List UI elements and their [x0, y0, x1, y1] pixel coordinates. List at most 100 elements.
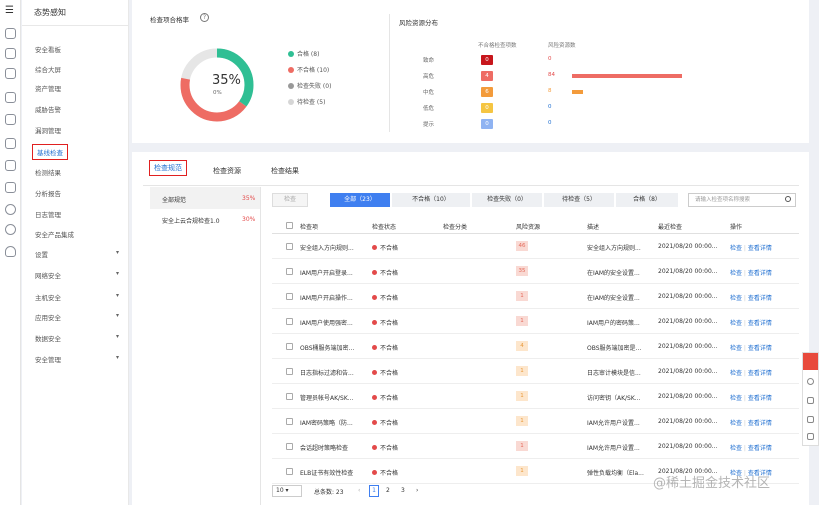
help-icon[interactable]: ? — [200, 13, 209, 22]
row-checkbox[interactable] — [286, 243, 293, 250]
filter-fail[interactable]: 不合格（10） — [392, 193, 470, 207]
sidebar-item[interactable]: 分析报告 — [35, 188, 61, 198]
row-checkbox[interactable] — [286, 443, 293, 450]
description: OBS服务端加密是... — [587, 345, 642, 352]
sidebar-item[interactable]: 基线检查 — [32, 144, 68, 160]
sidebar-item[interactable]: 主机安全 ▾ — [35, 292, 119, 302]
page-3[interactable]: 3 — [401, 487, 405, 494]
check-link[interactable]: 检查 — [730, 345, 742, 352]
sidebar-item[interactable]: 日志管理 — [35, 209, 61, 219]
check-link[interactable]: 检查 — [730, 320, 742, 327]
row-checkbox[interactable] — [286, 318, 293, 325]
row-checkbox[interactable] — [286, 268, 293, 275]
tab-resources[interactable]: 检查资源 — [213, 166, 241, 176]
col-header-status[interactable]: 检查状态 — [372, 222, 396, 231]
cloud-icon[interactable] — [5, 92, 16, 103]
view-details-link[interactable]: 查看详情 — [748, 295, 772, 302]
standard-pct: 30% — [242, 216, 256, 223]
row-checkbox[interactable] — [286, 343, 293, 350]
check-link[interactable]: 检查 — [730, 395, 742, 402]
sidebar-item[interactable]: 安全管理 ▾ — [35, 354, 119, 364]
risk-resource-count: 84 — [548, 72, 555, 78]
sidebar-item[interactable]: 安全看板 — [35, 44, 61, 54]
row-checkbox[interactable] — [286, 368, 293, 375]
col-header-time[interactable]: 最近检查 — [658, 222, 682, 231]
page-2[interactable]: 2 — [386, 487, 390, 494]
view-details-link[interactable]: 查看详情 — [748, 245, 772, 252]
view-details-link[interactable]: 查看详情 — [748, 345, 772, 352]
search-input[interactable]: 请输入检查项名称搜索 — [688, 193, 796, 207]
tab-results[interactable]: 检查结果 — [271, 166, 299, 176]
operations-cell: 检查 | 查看详情 — [730, 368, 772, 377]
view-details-link[interactable]: 查看详情 — [748, 395, 772, 402]
sidebar-item[interactable]: 安全产品集成 — [35, 229, 74, 239]
col-header-item: 检查项 — [300, 224, 319, 231]
risk-level: 致命 — [423, 58, 435, 64]
row-checkbox[interactable] — [286, 293, 293, 300]
prev-page[interactable]: ‹ — [358, 487, 360, 494]
monitor-icon[interactable] — [5, 68, 16, 79]
sidebar-item[interactable]: 应用安全 ▾ — [35, 312, 119, 322]
check-link[interactable]: 检查 — [730, 445, 742, 452]
view-details-link[interactable]: 查看详情 — [748, 270, 772, 277]
check-link[interactable]: 检查 — [730, 295, 742, 302]
filter-error[interactable]: 检查失败（0） — [472, 193, 542, 207]
sidebar-item[interactable]: 综合大屏 — [35, 64, 61, 74]
shield-icon[interactable] — [5, 246, 16, 257]
doc-icon[interactable] — [5, 138, 16, 149]
db-icon[interactable] — [5, 114, 16, 125]
search-icon[interactable] — [785, 196, 791, 202]
view-details-link[interactable]: 查看详情 — [748, 445, 772, 452]
row-checkbox[interactable] — [286, 393, 293, 400]
standard-item[interactable]: 全部规范 35% — [162, 195, 255, 204]
doc-icon[interactable] — [807, 433, 814, 440]
sidebar-item-label: 日志管理 — [35, 211, 61, 219]
standard-item[interactable]: 安全上云合规检查1.0 30% — [162, 216, 255, 225]
check-link[interactable]: 检查 — [730, 245, 742, 252]
anchor-icon[interactable] — [5, 182, 16, 193]
status-label: 不合格 — [380, 420, 399, 427]
sidebar-item[interactable]: 检测结果 — [35, 167, 61, 177]
page-1[interactable]: 1 — [369, 485, 379, 497]
tab-divider — [143, 185, 799, 186]
sidebar-item-label: 数据安全 — [35, 335, 61, 343]
layer-icon[interactable] — [807, 397, 814, 404]
sidebar-item[interactable]: 网络安全 ▾ — [35, 270, 119, 280]
check-button[interactable]: 检查 — [272, 193, 308, 207]
view-details-link[interactable]: 查看详情 — [748, 320, 772, 327]
chevron-down-icon: ▾ — [116, 312, 120, 319]
feedback-icon[interactable] — [803, 353, 818, 370]
sidebar-item[interactable]: 漏洞管理 — [35, 125, 61, 135]
cube-icon[interactable] — [5, 48, 16, 59]
hamburger-menu-icon[interactable]: ☰ — [5, 6, 16, 16]
col-header-risk[interactable]: 风险资源 — [516, 222, 540, 231]
row-checkbox[interactable] — [286, 418, 293, 425]
filter-pass[interactable]: 合格（8） — [616, 193, 678, 207]
globe-icon[interactable] — [5, 204, 16, 215]
sidebar-item[interactable]: 威胁告警 — [35, 104, 61, 114]
next-page[interactable]: › — [416, 487, 418, 494]
select-all-checkbox[interactable] — [286, 222, 293, 229]
last-check-time: 2021/08/20 00:00... — [658, 443, 718, 450]
tab-standards[interactable]: 检查规范 — [149, 160, 187, 176]
sidebar-item[interactable]: 资产管理 — [35, 83, 61, 93]
service-icon[interactable] — [807, 378, 814, 385]
check-link[interactable]: 检查 — [730, 270, 742, 277]
view-details-link[interactable]: 查看详情 — [748, 420, 772, 427]
check-link[interactable]: 检查 — [730, 420, 742, 427]
check-item-name: 日志指标过滤和告... — [300, 370, 354, 377]
risk-title: 风险资源分布 — [399, 19, 438, 27]
server-icon[interactable] — [5, 160, 16, 171]
page-size-select[interactable]: 10 ▾ — [272, 485, 302, 497]
sidebar-item[interactable]: 设置 ▾ — [35, 249, 119, 259]
check-link[interactable]: 检查 — [730, 370, 742, 377]
sidebar-item[interactable]: 数据安全 ▾ — [35, 333, 119, 343]
edit-icon[interactable] — [807, 416, 814, 423]
cloud-home-icon[interactable] — [5, 28, 16, 39]
view-details-link[interactable]: 查看详情 — [748, 370, 772, 377]
row-checkbox[interactable] — [286, 468, 293, 475]
circle-icon[interactable] — [5, 224, 16, 235]
filter-all[interactable]: 全部（23） — [330, 193, 390, 207]
sidebar-item-label: 漏洞管理 — [35, 127, 61, 135]
filter-pending[interactable]: 待检查（5） — [544, 193, 614, 207]
